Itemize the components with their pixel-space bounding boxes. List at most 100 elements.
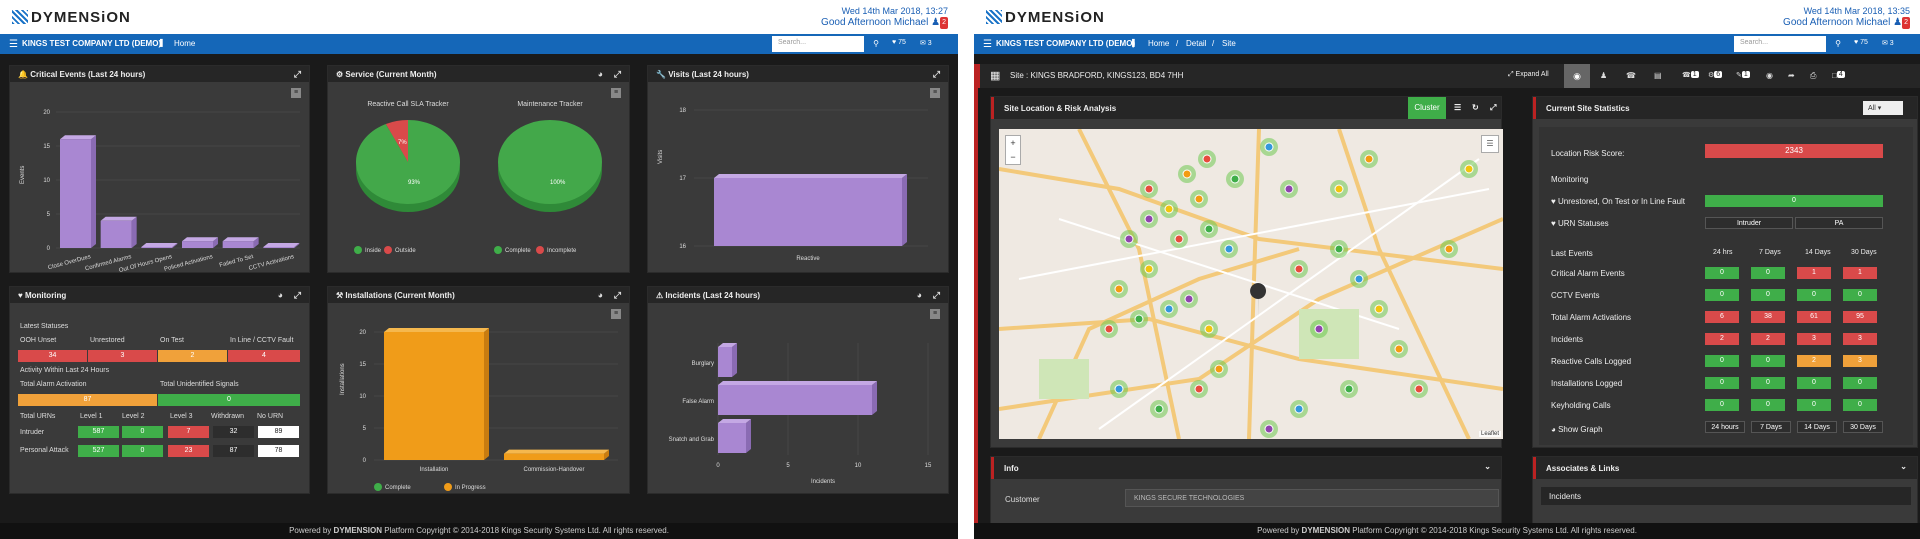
- nav-home-link[interactable]: Home: [174, 39, 195, 48]
- event-count-cell[interactable]: 0: [1705, 267, 1739, 279]
- unrestored-value[interactable]: 0: [1705, 195, 1883, 207]
- messages-count[interactable]: ✉ 3: [1882, 39, 1894, 47]
- in-line-value[interactable]: 4: [228, 350, 300, 362]
- event-count-cell[interactable]: 0: [1843, 377, 1877, 389]
- breadcrumb-home[interactable]: Home: [1148, 39, 1169, 48]
- event-count-cell[interactable]: 0: [1797, 289, 1831, 301]
- favourites-count[interactable]: ♥ 75: [892, 39, 906, 46]
- dashboard-icon[interactable]: ◕: [598, 290, 603, 300]
- event-count-cell[interactable]: 2: [1705, 333, 1739, 345]
- stats-filter-select[interactable]: All ▾: [1863, 101, 1903, 115]
- leaflet-attribution[interactable]: Leaflet: [1478, 431, 1501, 437]
- expand-icon[interactable]: ⤢: [294, 290, 301, 301]
- event-count-cell[interactable]: 0: [1843, 289, 1877, 301]
- search-input[interactable]: Search...: [772, 36, 864, 52]
- search-icon[interactable]: ⚲: [1829, 36, 1847, 52]
- intruder-l3[interactable]: 7: [168, 426, 209, 438]
- expand-icon[interactable]: ⤢: [933, 290, 940, 301]
- company-name[interactable]: KINGS TEST COMPANY LTD (DEMO): [22, 39, 161, 48]
- on-test-value[interactable]: 2: [158, 350, 227, 362]
- event-count-cell[interactable]: 2: [1751, 333, 1785, 345]
- event-count-cell[interactable]: 0: [1751, 267, 1785, 279]
- total-alarm-value[interactable]: 87: [18, 394, 157, 406]
- brand-logo[interactable]: DYMENSiON: [12, 9, 131, 26]
- print-icon[interactable]: ⎙: [1810, 71, 1816, 81]
- expand-icon[interactable]: ⤢: [1490, 103, 1496, 113]
- dashboard-icon[interactable]: ◕: [278, 290, 283, 300]
- menu-icon[interactable]: ☰: [9, 39, 18, 50]
- tasks-count[interactable]: ⚙ 6: [1708, 71, 1723, 79]
- event-count-cell[interactable]: 0: [1705, 355, 1739, 367]
- event-count-cell[interactable]: 0: [1751, 377, 1785, 389]
- menu-icon[interactable]: ☰: [983, 39, 992, 50]
- event-count-cell[interactable]: 0: [1751, 289, 1785, 301]
- event-count-cell[interactable]: 95: [1843, 311, 1877, 323]
- pa-withdrawn[interactable]: 87: [213, 445, 254, 457]
- event-count-cell[interactable]: 61: [1797, 311, 1831, 323]
- expand-icon[interactable]: ⤢: [614, 69, 621, 80]
- unidentified-value[interactable]: 0: [158, 394, 300, 406]
- user-alert-icon[interactable]: ♟: [1600, 71, 1607, 80]
- event-count-cell[interactable]: 0: [1751, 355, 1785, 367]
- user-icon[interactable]: ♟: [931, 17, 940, 28]
- intruder-l2[interactable]: 0: [122, 426, 163, 438]
- event-count-cell[interactable]: 0: [1705, 377, 1739, 389]
- event-count-cell[interactable]: 0: [1705, 399, 1739, 411]
- urn-intruder[interactable]: Intruder: [1705, 217, 1793, 229]
- event-count-cell[interactable]: 38: [1751, 311, 1785, 323]
- refresh-icon[interactable]: ↻: [1472, 103, 1479, 112]
- eye-icon[interactable]: ◉: [1766, 71, 1773, 80]
- pa-no-urn[interactable]: 78: [258, 445, 299, 457]
- graph-period-button[interactable]: 24 hours: [1705, 421, 1745, 433]
- customer-field[interactable]: KINGS SECURE TECHNOLOGIES: [1125, 489, 1499, 507]
- event-count-cell[interactable]: 3: [1797, 333, 1831, 345]
- event-count-cell[interactable]: 0: [1797, 399, 1831, 411]
- share-icon[interactable]: ➦: [1788, 71, 1795, 80]
- dashboard-icon[interactable]: ◕: [917, 290, 922, 300]
- messages-count[interactable]: ✉ 3: [920, 39, 932, 47]
- cluster-button[interactable]: Cluster: [1408, 97, 1446, 119]
- event-count-cell[interactable]: 1: [1797, 267, 1831, 279]
- event-count-cell[interactable]: 3: [1843, 355, 1877, 367]
- favourites-count[interactable]: ♥ 75: [1854, 39, 1868, 46]
- pa-l1[interactable]: 527: [78, 445, 119, 457]
- brand-logo[interactable]: DYMENSiON: [986, 9, 1105, 26]
- graph-period-button[interactable]: 14 Days: [1797, 421, 1837, 433]
- layers-control-icon[interactable]: ☰: [1481, 135, 1499, 153]
- event-count-cell[interactable]: 1: [1843, 267, 1877, 279]
- camera-icon[interactable]: ◉: [1564, 64, 1590, 88]
- layers-icon[interactable]: ☰: [1454, 103, 1461, 112]
- event-count-cell[interactable]: 0: [1797, 377, 1831, 389]
- event-count-cell[interactable]: 6: [1705, 311, 1739, 323]
- expand-icon[interactable]: ⤢: [933, 69, 940, 80]
- event-count-cell[interactable]: 0: [1705, 289, 1739, 301]
- user-icon[interactable]: ♟: [1893, 17, 1902, 28]
- company-name[interactable]: KINGS TEST COMPANY LTD (DEMO): [996, 39, 1135, 48]
- dashboard-icon[interactable]: ◕: [598, 69, 603, 79]
- ooh-unset-value[interactable]: 34: [18, 350, 87, 362]
- expand-icon[interactable]: ⤢: [294, 69, 301, 80]
- intruder-withdrawn[interactable]: 32: [213, 426, 254, 438]
- expand-icon[interactable]: ⤢: [614, 290, 621, 301]
- pa-l2[interactable]: 0: [122, 445, 163, 457]
- urn-pa[interactable]: PA: [1795, 217, 1883, 229]
- breadcrumb-detail[interactable]: Detail: [1186, 39, 1206, 48]
- event-count-cell[interactable]: 2: [1797, 355, 1831, 367]
- phone-icon[interactable]: ☎: [1626, 71, 1636, 80]
- chevron-down-icon[interactable]: ⌄: [1900, 462, 1907, 471]
- intruder-l1[interactable]: 587: [78, 426, 119, 438]
- calls-count[interactable]: ☎ 1: [1682, 71, 1699, 79]
- incidents-tab[interactable]: Incidents: [1541, 487, 1911, 505]
- site-map[interactable]: + − ☰ Leaflet: [999, 129, 1503, 439]
- search-input[interactable]: Search...: [1734, 36, 1826, 52]
- docs-icon[interactable]: □ 4: [1832, 71, 1845, 80]
- expand-all-button[interactable]: ⤢ Expand All: [1508, 71, 1549, 79]
- zoom-in-button[interactable]: +: [1006, 136, 1020, 150]
- id-card-icon[interactable]: ▤: [1654, 71, 1662, 80]
- notes-count[interactable]: ✎ 1: [1736, 71, 1750, 79]
- pa-l3[interactable]: 23: [168, 445, 209, 457]
- zoom-out-button[interactable]: −: [1006, 150, 1020, 164]
- event-count-cell[interactable]: 3: [1843, 333, 1877, 345]
- search-icon[interactable]: ⚲: [867, 36, 885, 52]
- chevron-down-icon[interactable]: ⌄: [1484, 462, 1491, 471]
